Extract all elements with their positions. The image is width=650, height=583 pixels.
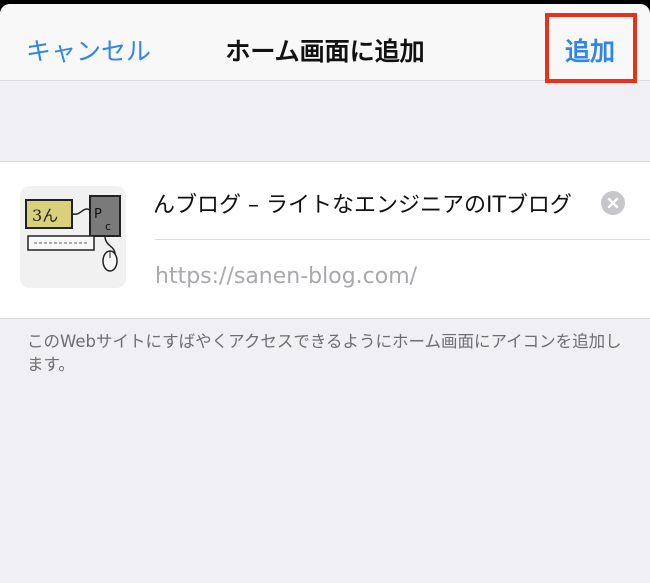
help-description: このWebサイトにすばやくアクセスできるようにホーム画面にアイコンを追加します。 bbox=[27, 332, 622, 374]
svg-text:P: P bbox=[94, 207, 102, 222]
cancel-button[interactable]: キャンセル bbox=[26, 32, 151, 68]
screen: キャンセル ホーム画面に追加 追加 3ん P c んブログ – ライトなエンジニ… bbox=[0, 0, 650, 583]
site-favicon-icon: 3ん P c bbox=[20, 186, 126, 288]
site-title-field[interactable]: んブログ – ライトなエンジニアのITブログ bbox=[155, 162, 650, 240]
svg-text:c: c bbox=[105, 220, 111, 233]
clear-text-icon[interactable] bbox=[601, 191, 625, 215]
add-button-highlight-box bbox=[545, 13, 637, 83]
add-to-home-screen-sheet: キャンセル ホーム画面に追加 追加 3ん P c んブログ – ライトなエンジニ… bbox=[0, 4, 650, 583]
svg-text:3ん: 3ん bbox=[32, 206, 58, 225]
site-url: https://sanen-blog.com/ bbox=[155, 264, 418, 289]
site-info-card: 3ん P c んブログ – ライトなエンジニアのITブログ https://sa… bbox=[0, 161, 650, 319]
site-title-input[interactable]: んブログ – ライトなエンジニアのITブログ bbox=[155, 187, 572, 219]
